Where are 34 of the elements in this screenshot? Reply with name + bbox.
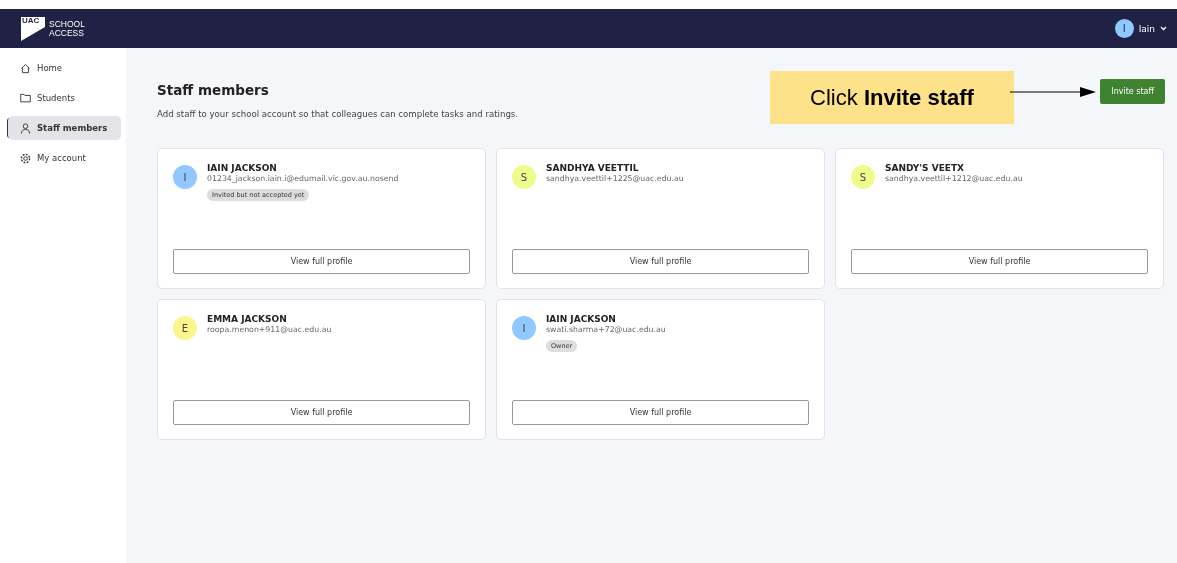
- page-subtitle: Add staff to your school account so that colleagues can complete tasks and ratings.: [157, 109, 519, 119]
- view-profile-button[interactable]: View full profile: [173, 249, 470, 274]
- user-menu[interactable]: I Iain: [1114, 19, 1167, 38]
- sidebar-item[interactable]: Students: [8, 86, 121, 110]
- arrow-icon: [1010, 87, 1096, 97]
- logo-text: SCHOOL ACCESS: [49, 20, 85, 37]
- logo-icon: [21, 16, 45, 41]
- view-profile-button[interactable]: View full profile: [512, 249, 809, 274]
- staff-name: IAIN JACKSON: [207, 163, 277, 173]
- view-profile-button[interactable]: View full profile: [851, 249, 1148, 274]
- person-icon: [20, 122, 31, 134]
- sidebar-item[interactable]: Staff members: [8, 116, 121, 140]
- view-profile-button[interactable]: View full profile: [173, 400, 470, 425]
- folder-icon: [20, 93, 31, 103]
- page-title: Staff members: [157, 82, 270, 98]
- user-avatar: I: [1114, 19, 1134, 38]
- avatar: S: [851, 165, 875, 189]
- gear-icon: [20, 152, 31, 164]
- sidebar-item[interactable]: My account: [8, 146, 121, 170]
- sidebar-item[interactable]: Home: [8, 56, 121, 80]
- staff-name: EMMA JACKSON: [207, 314, 287, 324]
- staff-name: SANDHYA VEETTIL: [546, 163, 639, 173]
- staff-name: IAIN JACKSON: [546, 314, 616, 324]
- avatar: S: [512, 165, 536, 189]
- callout-box: Click Invite staff: [770, 71, 1014, 124]
- view-profile-button[interactable]: View full profile: [512, 400, 809, 425]
- avatar: I: [512, 316, 536, 340]
- chevron-down-icon: [1160, 26, 1167, 31]
- staff-name: SANDY'S VEETX: [885, 163, 965, 173]
- logo-mark: UAC: [22, 15, 40, 25]
- home-icon: [20, 62, 31, 74]
- avatar: E: [173, 316, 197, 340]
- avatar: I: [173, 165, 197, 189]
- invite-staff-button[interactable]: Invite staff: [1100, 79, 1165, 104]
